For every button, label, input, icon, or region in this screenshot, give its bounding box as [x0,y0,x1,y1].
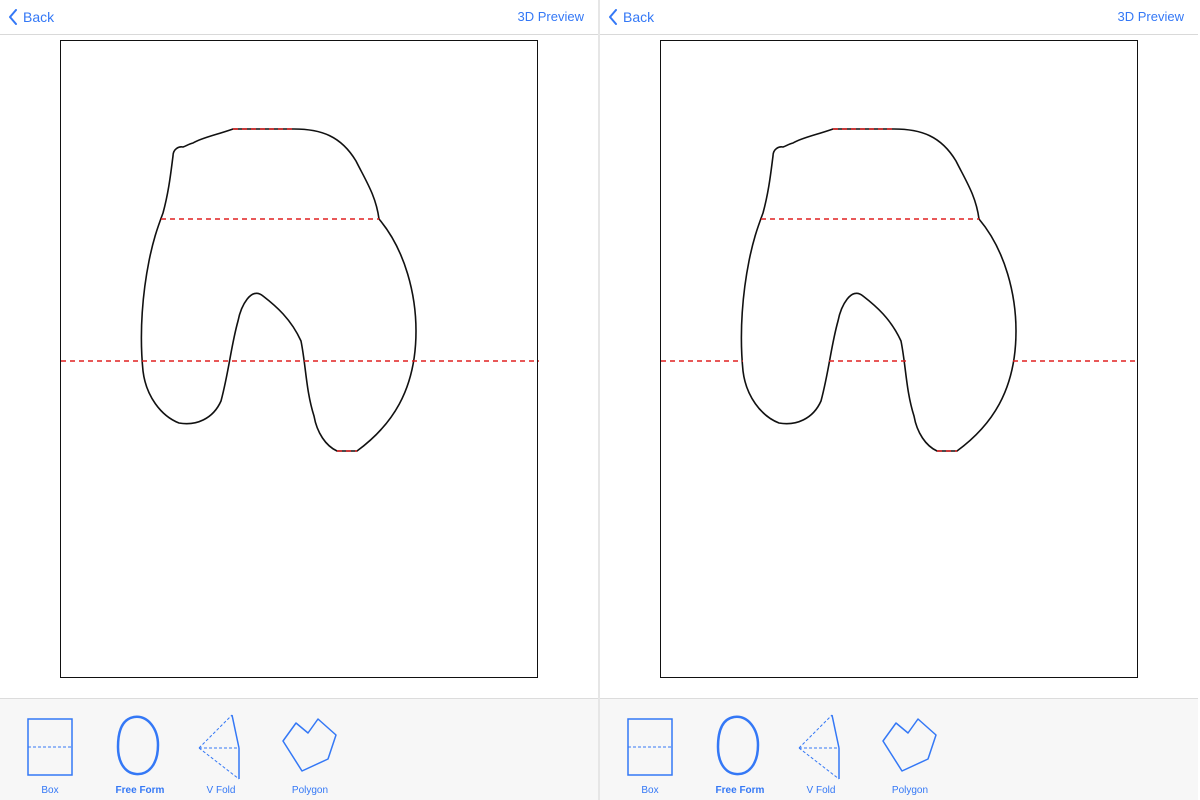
tool-polygon[interactable]: Polygon [270,709,350,796]
tool-free-form[interactable]: Free Form [100,709,180,796]
back-button[interactable]: Back [8,7,54,27]
drawing-canvas[interactable] [0,35,598,697]
shape-toolbar: Box Free Form V Fold Polygon [0,698,598,800]
back-button[interactable]: Back [608,7,654,27]
shape-drawing [61,128,539,452]
tool-polygon-label: Polygon [291,785,329,796]
chevron-left-icon [9,9,17,25]
tool-box-label: Box [41,785,59,796]
drawing-canvas[interactable] [600,35,1198,697]
free-form-icon [116,715,160,776]
freeform-cut-outline[interactable] [140,128,417,452]
tool-free-form-label: Free Form [115,785,165,796]
shape-toolbar: Box Free Form V Fold Polygon [600,698,1198,800]
tool-v-fold[interactable]: V Fold [181,709,261,796]
chevron-left-icon [609,9,617,25]
tool-v-fold-label: V Fold [806,785,836,796]
paper-sheet [660,40,1139,678]
tool-v-fold[interactable]: V Fold [781,709,861,796]
back-button-label: Back [623,9,655,25]
free-form-icon [716,715,760,776]
tool-v-fold-label: V Fold [206,785,236,796]
editor-pane-right: Back 3D Preview Box Free Form V Fold Pol… [600,0,1198,800]
box-icon [27,718,73,776]
tool-free-form[interactable]: Free Form [700,709,780,796]
tool-box-label: Box [641,785,659,796]
tool-polygon[interactable]: Polygon [870,709,950,796]
back-button-label: Back [23,9,55,25]
v-fold-icon [798,714,840,780]
tool-box[interactable]: Box [610,709,690,796]
polygon-icon [282,718,337,772]
tool-box[interactable]: Box [10,709,90,796]
navigation-bar: Back 3D Preview [0,0,598,35]
navigation-bar: Back 3D Preview [600,0,1198,35]
paper-sheet [60,40,539,678]
tool-polygon-label: Polygon [891,785,929,796]
freeform-cut-outline[interactable] [740,128,1017,452]
3d-preview-button[interactable]: 3D Preview [518,9,584,24]
polygon-icon [882,718,937,772]
box-icon [627,718,673,776]
editor-pane-left: Back 3D Preview Box Free Form V Fold Pol… [0,0,598,800]
tool-free-form-label: Free Form [715,785,765,796]
v-fold-icon [198,714,240,780]
shape-drawing [661,128,1139,452]
3d-preview-button[interactable]: 3D Preview [1118,9,1184,24]
